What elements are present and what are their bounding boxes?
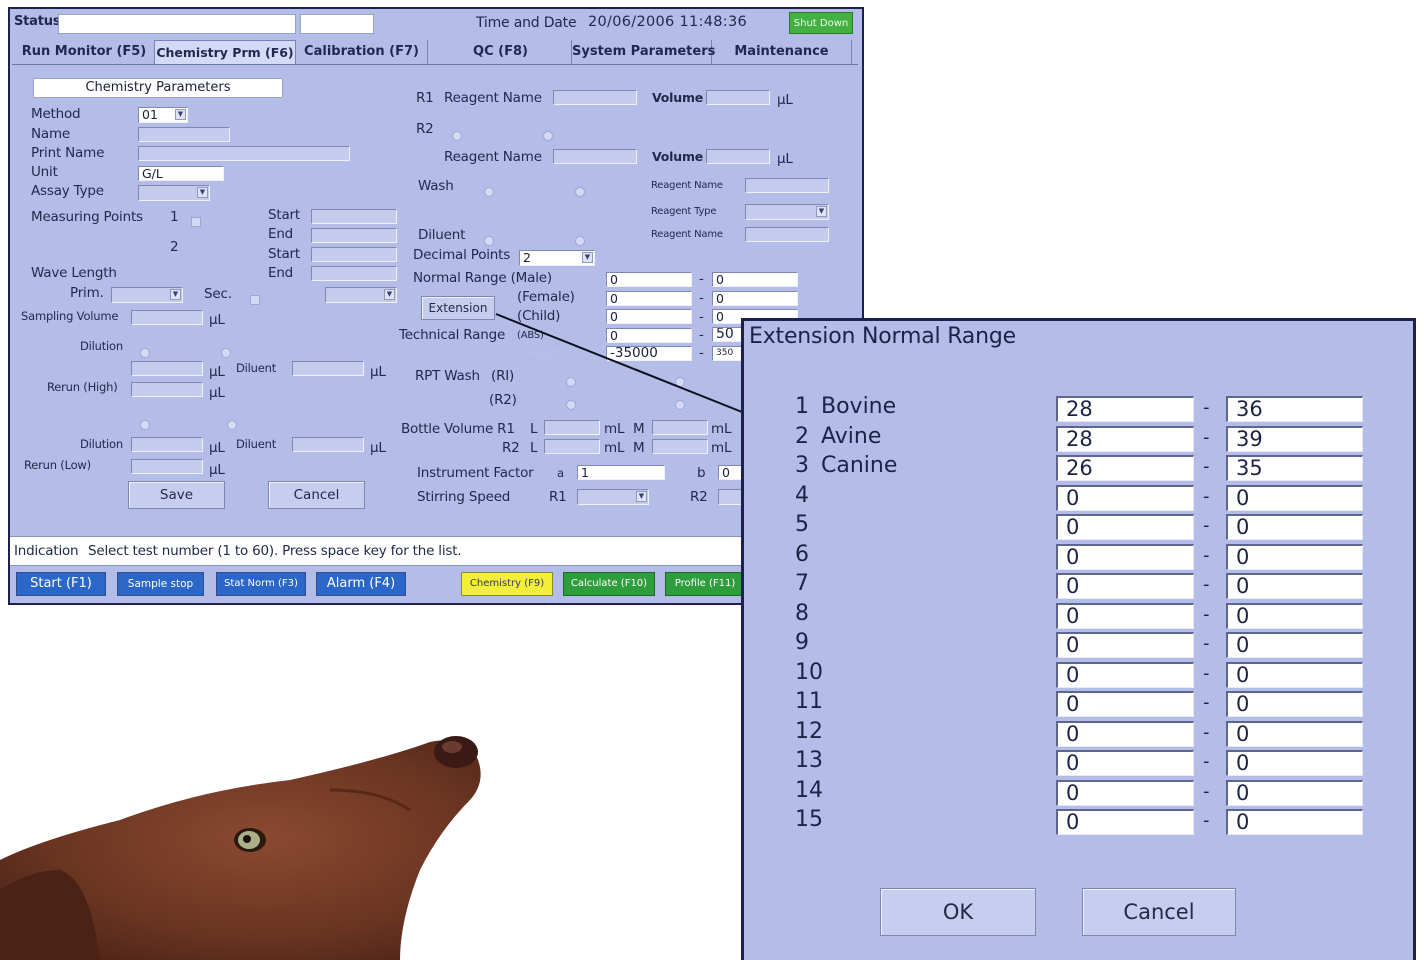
- range-row-high-field[interactable]: 0: [1226, 661, 1363, 688]
- range-row-number: 3: [795, 453, 809, 478]
- range-row-low-field[interactable]: 0: [1056, 602, 1194, 629]
- range-row-number: 1: [795, 394, 809, 419]
- range-row-low-field[interactable]: 26: [1056, 455, 1194, 481]
- range-row-name: Avine: [821, 423, 882, 449]
- range-row-separator: -: [1203, 603, 1210, 625]
- range-row-high-field[interactable]: 0: [1226, 543, 1363, 570]
- range-row-separator: -: [1203, 692, 1210, 713]
- range-row-separator: -: [1203, 574, 1210, 595]
- range-row-high-field[interactable]: 36: [1226, 396, 1363, 422]
- range-row-number: 7: [795, 571, 809, 596]
- dialog-title: Extension Normal Range: [749, 324, 1016, 349]
- range-row-high-field[interactable]: 0: [1226, 720, 1363, 747]
- range-row-separator: -: [1203, 780, 1210, 802]
- range-row-separator: -: [1203, 456, 1210, 477]
- range-row-low-field[interactable]: 0: [1056, 809, 1194, 835]
- range-row-number: 13: [795, 748, 823, 773]
- range-row-separator: -: [1203, 544, 1210, 566]
- range-row-low-field[interactable]: 0: [1056, 543, 1194, 570]
- range-row-number: 15: [795, 807, 823, 832]
- range-row-separator: -: [1203, 426, 1210, 448]
- range-row-high-field[interactable]: 0: [1226, 514, 1363, 540]
- dialog-cancel-button[interactable]: Cancel: [1082, 888, 1236, 936]
- range-row-low-field[interactable]: 0: [1056, 573, 1194, 599]
- range-row-low-field[interactable]: 0: [1056, 514, 1194, 540]
- range-row-number: 12: [795, 718, 823, 744]
- range-row-low-field[interactable]: 0: [1056, 632, 1194, 658]
- range-row-number: 2: [795, 423, 809, 449]
- range-row-high-field[interactable]: 39: [1226, 425, 1363, 452]
- range-row-separator: -: [1203, 810, 1210, 831]
- range-row-low-field[interactable]: 0: [1056, 691, 1194, 717]
- range-row-low-field[interactable]: 28: [1056, 396, 1194, 422]
- range-row-low-field[interactable]: 0: [1056, 661, 1194, 688]
- range-row-high-field[interactable]: 0: [1226, 632, 1363, 658]
- range-row-name: Bovine: [821, 394, 897, 419]
- range-row-separator: -: [1203, 633, 1210, 654]
- range-row-separator: -: [1203, 662, 1210, 684]
- range-row-number: 14: [795, 777, 823, 803]
- range-row-low-field[interactable]: 0: [1056, 484, 1194, 511]
- range-row-high-field[interactable]: 0: [1226, 691, 1363, 717]
- range-row-number: 4: [795, 482, 809, 508]
- range-row-number: 5: [795, 512, 809, 537]
- range-row-high-field[interactable]: 0: [1226, 779, 1363, 806]
- range-row-low-field[interactable]: 0: [1056, 720, 1194, 747]
- range-row-number: 6: [795, 541, 809, 567]
- range-row-low-field[interactable]: 0: [1056, 750, 1194, 776]
- range-row-separator: -: [1203, 721, 1210, 743]
- ok-button[interactable]: OK: [880, 888, 1036, 936]
- range-row-high-field[interactable]: 0: [1226, 809, 1363, 835]
- range-row-number: 9: [795, 630, 809, 655]
- range-row-number: 11: [795, 689, 823, 714]
- range-row-low-field[interactable]: 0: [1056, 779, 1194, 806]
- range-row-low-field[interactable]: 28: [1056, 425, 1194, 452]
- range-row-high-field[interactable]: 35: [1226, 455, 1363, 481]
- range-row-high-field[interactable]: 0: [1226, 573, 1363, 599]
- range-row-separator: -: [1203, 485, 1210, 507]
- range-row-name: Canine: [821, 453, 898, 478]
- dog-photo: [0, 736, 481, 960]
- range-row-separator: -: [1203, 751, 1210, 772]
- range-row-separator: -: [1203, 397, 1210, 418]
- range-row-number: 10: [795, 659, 823, 685]
- range-row-separator: -: [1203, 515, 1210, 536]
- range-row-high-field[interactable]: 0: [1226, 602, 1363, 629]
- range-row-number: 8: [795, 600, 809, 626]
- range-row-high-field[interactable]: 0: [1226, 750, 1363, 776]
- range-row-high-field[interactable]: 0: [1226, 484, 1363, 511]
